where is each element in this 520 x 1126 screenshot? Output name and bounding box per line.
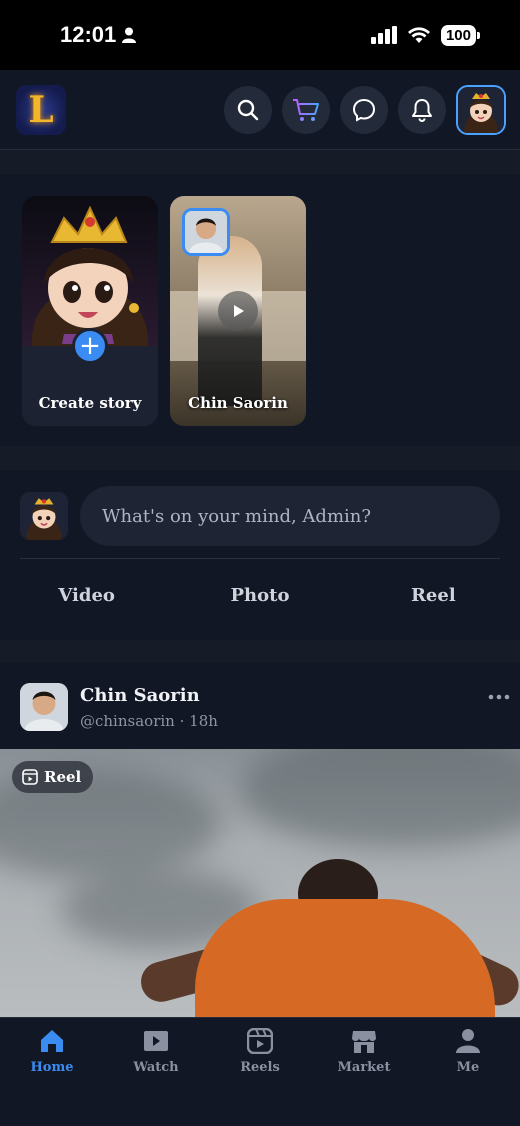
- reel-badge: Reel: [12, 761, 94, 793]
- video-subject-shirt: [195, 899, 495, 1017]
- nav-market-label: Market: [337, 1060, 391, 1075]
- status-time: 12:01: [60, 22, 137, 48]
- photo-action-button[interactable]: Photo: [173, 585, 346, 606]
- post-author-avatar-image: [20, 683, 68, 731]
- post-time: 18h: [189, 711, 218, 730]
- post-author-avatar[interactable]: [20, 683, 68, 731]
- more-options-button[interactable]: [488, 681, 510, 706]
- avatar-image: [458, 86, 504, 133]
- post-author-info: Chin Saorin @chinsaorin · 18h: [80, 685, 218, 730]
- watch-icon: [144, 1031, 168, 1051]
- market-icon: [352, 1031, 376, 1053]
- post-header: Chin Saorin @chinsaorin · 18h: [20, 681, 500, 733]
- cart-icon: [293, 98, 319, 121]
- nav-me-label: Me: [456, 1060, 480, 1075]
- composer-avatar[interactable]: [20, 492, 68, 540]
- logo-text: L: [28, 88, 54, 131]
- sky-cloud: [240, 749, 520, 849]
- meta-separator: ·: [179, 711, 185, 730]
- signal-icon: [370, 26, 397, 44]
- more-icon: [488, 694, 510, 700]
- create-story-image: [22, 196, 158, 346]
- messenger-button[interactable]: [340, 85, 388, 134]
- post-author-handle: @chinsaorin: [80, 711, 175, 730]
- person-status-icon: [122, 27, 137, 43]
- composer-row: What's on your mind, Admin?: [20, 486, 500, 546]
- reel-action-button[interactable]: Reel: [347, 585, 520, 606]
- story-author-avatar-image: [185, 211, 227, 253]
- home-icon: [41, 1030, 63, 1052]
- cart-button[interactable]: [282, 85, 330, 134]
- nav-reels[interactable]: Reels: [208, 1028, 312, 1126]
- play-icon: [234, 305, 244, 317]
- profile-avatar[interactable]: [456, 84, 506, 135]
- nav-home-label: Home: [30, 1060, 74, 1075]
- add-story-button[interactable]: +: [72, 328, 108, 364]
- stories-row: + Create story Chin Saorin: [0, 174, 520, 446]
- create-story-label: Create story: [38, 394, 142, 412]
- create-story-card[interactable]: + Create story: [22, 196, 158, 426]
- search-button[interactable]: [224, 85, 272, 134]
- reel-icon: [22, 769, 38, 785]
- post-video[interactable]: Reel: [0, 749, 520, 1017]
- post-composer: What's on your mind, Admin? Video Photo …: [0, 470, 520, 640]
- wifi-icon: [407, 27, 430, 43]
- bottom-navigation: Home Watch Reels Market Me: [0, 1017, 520, 1126]
- composer-avatar-image: [20, 492, 68, 540]
- nav-watch-label: Watch: [133, 1060, 179, 1075]
- composer-divider: [20, 558, 500, 559]
- reels-icon: [247, 1028, 273, 1054]
- header-actions: [224, 84, 506, 135]
- play-button[interactable]: [218, 291, 258, 331]
- story-author-label: Chin Saorin: [188, 394, 288, 412]
- whats-on-your-mind-input[interactable]: What's on your mind, Admin?: [80, 486, 500, 546]
- status-time-text: 12:01: [60, 22, 117, 47]
- story-card[interactable]: Chin Saorin: [170, 196, 306, 426]
- nav-me[interactable]: Me: [416, 1028, 520, 1126]
- composer-actions: Video Photo Reel: [0, 570, 520, 620]
- app-header: L: [0, 70, 520, 150]
- post-author-name[interactable]: Chin Saorin: [80, 685, 218, 706]
- create-story-avatar-art: [31, 205, 149, 346]
- person-icon: [456, 1029, 480, 1053]
- story-author-avatar: [182, 208, 230, 256]
- feed-post: Chin Saorin @chinsaorin · 18h Reel: [0, 663, 520, 1017]
- status-indicators: 100: [370, 24, 481, 46]
- app-logo[interactable]: L: [16, 84, 66, 135]
- status-bar: 12:01 100: [0, 0, 520, 70]
- messenger-icon: [352, 98, 376, 122]
- plus-icon: +: [79, 331, 101, 361]
- battery-indicator: 100: [440, 24, 481, 46]
- bell-icon: [412, 98, 432, 122]
- nav-watch[interactable]: Watch: [104, 1028, 208, 1126]
- nav-reels-label: Reels: [240, 1060, 280, 1075]
- video-action-button[interactable]: Video: [0, 585, 173, 606]
- reel-badge-label: Reel: [44, 768, 82, 786]
- nav-market[interactable]: Market: [312, 1028, 416, 1126]
- search-icon: [237, 99, 259, 120]
- nav-home[interactable]: Home: [0, 1028, 104, 1126]
- post-meta: @chinsaorin · 18h: [80, 712, 218, 730]
- notifications-button[interactable]: [398, 85, 446, 134]
